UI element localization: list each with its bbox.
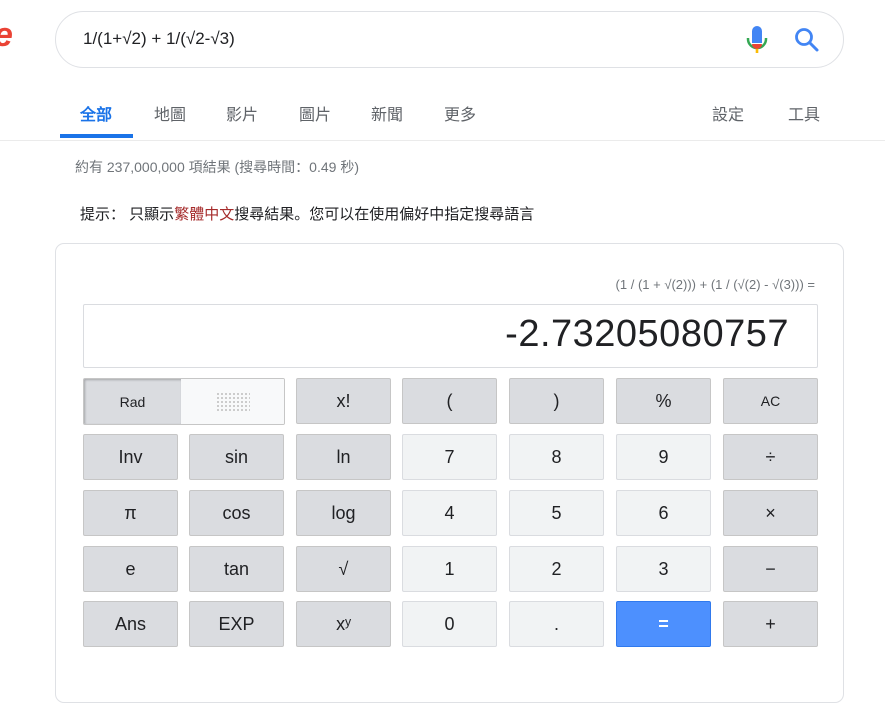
digit-8-key[interactable]: 8 — [509, 434, 604, 480]
active-tab-indicator — [60, 134, 133, 138]
tab-maps[interactable]: 地圖 — [154, 101, 186, 125]
search-box[interactable]: 1/(1+√2) + 1/(√2-√3) — [55, 11, 844, 68]
digit-9-key[interactable]: 9 — [616, 434, 711, 480]
language-hint: 提示： 只顯示繁體中文搜尋結果。您可以在使用偏好中指定搜尋語言 — [80, 203, 534, 224]
google-logo-fragment[interactable]: e — [0, 16, 13, 55]
decimal-point-key[interactable]: . — [509, 601, 604, 647]
search-tabs: 全部 地圖 影片 圖片 新聞 更多 設定 工具 — [0, 88, 885, 141]
tab-videos[interactable]: 影片 — [226, 101, 258, 125]
digit-5-key[interactable]: 5 — [509, 490, 604, 536]
calculator-result: -2.73205080757 — [505, 313, 789, 355]
digit-7-key[interactable]: 7 — [402, 434, 497, 480]
right-paren-key[interactable]: ) — [509, 378, 604, 424]
tab-tools[interactable]: 工具 — [788, 101, 820, 125]
euler-key[interactable]: e — [83, 546, 178, 592]
deg-mode-button[interactable] — [181, 379, 284, 424]
microphone-icon[interactable] — [746, 25, 768, 55]
percent-key[interactable]: % — [616, 378, 711, 424]
divide-key[interactable]: ÷ — [723, 434, 818, 480]
digit-2-key[interactable]: 2 — [509, 546, 604, 592]
result-stats: 約有 237,000,000 項結果 (搜尋時間：0.49 秒) — [75, 159, 359, 175]
digit-3-key[interactable]: 3 — [616, 546, 711, 592]
hint-middle: 只顯示 — [125, 206, 175, 223]
calculator-display: -2.73205080757 — [83, 304, 818, 368]
digit-0-key[interactable]: 0 — [402, 601, 497, 647]
multiply-key[interactable]: × — [723, 490, 818, 536]
tab-news[interactable]: 新聞 — [371, 101, 403, 125]
ln-key[interactable]: ln — [296, 434, 391, 480]
hint-prefix: 提示： — [80, 206, 126, 223]
exp-key[interactable]: EXP — [189, 601, 284, 647]
tab-all[interactable]: 全部 — [80, 101, 112, 125]
calculator-expression: (1 / (1 + √(2))) + (1 / (√(2) - √(3))) = — [615, 277, 815, 292]
left-paren-key[interactable]: ( — [402, 378, 497, 424]
inverse-key[interactable]: Inv — [83, 434, 178, 480]
hint-suffix: 搜尋結果。您可以在使用偏好中指定搜尋語言 — [234, 206, 535, 223]
factorial-key[interactable]: x! — [296, 378, 391, 424]
power-key[interactable]: xʸ — [296, 601, 391, 647]
digit-6-key[interactable]: 6 — [616, 490, 711, 536]
answer-key[interactable]: Ans — [83, 601, 178, 647]
deg-label-placeholder — [215, 391, 250, 412]
equals-key[interactable]: = — [616, 601, 711, 647]
log-key[interactable]: log — [296, 490, 391, 536]
sqrt-key[interactable]: √ — [296, 546, 391, 592]
tan-key[interactable]: tan — [189, 546, 284, 592]
search-icon[interactable] — [794, 27, 820, 53]
all-clear-key[interactable]: AC — [723, 378, 818, 424]
angle-mode-toggle[interactable]: Rad — [83, 378, 285, 425]
rad-mode-button[interactable]: Rad — [84, 379, 181, 424]
pi-key[interactable]: π — [83, 490, 178, 536]
minus-key[interactable]: − — [723, 546, 818, 592]
tab-images[interactable]: 圖片 — [299, 101, 331, 125]
digit-4-key[interactable]: 4 — [402, 490, 497, 536]
tab-more[interactable]: 更多 — [444, 101, 476, 125]
cos-key[interactable]: cos — [189, 490, 284, 536]
plus-key[interactable]: + — [723, 601, 818, 647]
sin-key[interactable]: sin — [189, 434, 284, 480]
hint-language-link[interactable]: 繁體中文 — [174, 206, 234, 223]
search-input[interactable]: 1/(1+√2) + 1/(√2-√3) — [83, 29, 235, 49]
digit-1-key[interactable]: 1 — [402, 546, 497, 592]
tab-settings[interactable]: 設定 — [712, 101, 744, 125]
calculator-card: (1 / (1 + √(2))) + (1 / (√(2) - √(3))) =… — [55, 243, 844, 703]
